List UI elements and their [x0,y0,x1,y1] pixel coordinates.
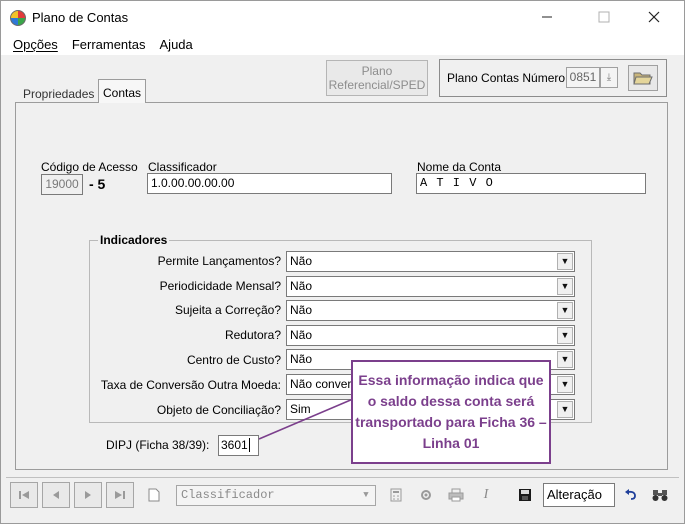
centro-custo-label: Centro de Custo? [186,353,281,367]
close-button[interactable] [631,1,677,33]
dipj-label: DIPJ (Ficha 38/39): [106,438,210,452]
print-button[interactable] [442,482,470,508]
indicadores-title: Indicadores [98,233,170,247]
periodicidade-mensal-label: Periodicidade Mensal? [159,279,281,293]
open-folder-button[interactable] [628,65,658,91]
calculator-icon [390,488,402,502]
download-arrow-icon[interactable]: ⤓ [600,67,618,88]
redutora-select[interactable]: Não ▼ [286,325,575,346]
printer-icon [448,488,464,502]
taxa-conversao-label: Taxa de Conversão Outra Moeda: [100,378,281,392]
folder-open-icon [633,72,653,85]
minimize-icon [542,16,552,18]
plano-referencial-line2: Referencial/SPED [328,78,426,92]
chevron-down-icon[interactable]: ▼ [557,376,573,393]
gear-icon [421,490,431,500]
text-cursor [248,438,254,452]
minimize-button[interactable] [524,1,570,33]
save-icon [519,489,531,501]
dipj-input[interactable]: 3601 [218,435,259,456]
chevron-down-icon[interactable]: ▼ [557,401,573,418]
classificador-input[interactable]: 1.0.00.00.00.00 [147,173,392,194]
sujeita-correcao-select[interactable]: Não ▼ [286,300,575,321]
first-record-button[interactable] [10,482,38,508]
window-title: Plano de Contas [32,10,129,25]
status-mode-field: Alteração [543,483,615,507]
calculator-button[interactable] [382,482,410,508]
menu-bar: Opções Ferramentas Ajuda [1,33,684,55]
centro-custo-value: Não [290,352,313,366]
find-button[interactable] [646,482,674,508]
italic-icon: I [483,487,489,502]
permite-lancamentos-label: Permite Lançamentos? [157,254,281,268]
plano-contas-numero-label: Plano Contas Número [447,71,566,85]
italic-button[interactable]: I [472,482,500,508]
previous-record-button[interactable] [42,482,70,508]
classificador-label: Classificador [148,160,217,174]
chevron-down-icon[interactable]: ▼ [358,487,374,504]
close-icon [648,11,660,23]
undo-button[interactable] [617,482,645,508]
redutora-value: Não [290,328,313,342]
plano-contas-numero-group: Plano Contas Número 0851 ⤓ [439,59,667,97]
menu-ajuda[interactable]: Ajuda [160,37,193,52]
sujeita-correcao-value: Não [290,303,313,317]
search-field-value: Classificador [181,488,275,502]
app-icon [10,10,26,26]
search-field-select[interactable]: Classificador ▼ [176,485,376,506]
redutora-label: Redutora? [224,328,281,342]
taxa-conversao-value: Não convert [290,377,355,391]
permite-lancamentos-value: Não [290,254,313,268]
dipj-value: 3601 [221,438,248,452]
codigo-acesso-label: Código de Acesso [41,160,138,174]
plano-referencial-line1: Plano [361,64,393,78]
record-navigator: Classificador ▼ I Alteração [6,477,679,513]
document-icon [148,488,160,502]
settings-button[interactable] [412,482,440,508]
chevron-down-icon[interactable]: ▼ [557,278,573,295]
undo-icon [625,489,636,500]
next-record-button[interactable] [74,482,102,508]
maximize-button[interactable] [581,1,627,33]
binoculars-icon [652,490,668,501]
chevron-down-icon[interactable]: ▼ [557,253,573,270]
last-record-button[interactable] [106,482,134,508]
nome-conta-label: Nome da Conta [417,160,502,174]
codigo-acesso-input[interactable]: 19000 [41,174,83,195]
objeto-conciliacao-value: Sim [290,402,311,416]
previous-icon [53,491,59,499]
permite-lancamentos-select[interactable]: Não ▼ [286,251,575,272]
codigo-digito: - 5 [89,176,106,192]
sujeita-correcao-label: Sujeita a Correção? [174,303,281,317]
main-window: Plano de Contas Opções Ferramentas Ajuda… [0,0,685,524]
skip-first-icon [19,491,29,499]
title-bar: Plano de Contas [1,1,684,33]
chevron-down-icon[interactable]: ▼ [557,351,573,368]
periodicidade-mensal-value: Não [290,279,313,293]
chevron-down-icon[interactable]: ▼ [557,327,573,344]
menu-opcoes[interactable]: Opções [13,37,58,52]
next-icon [85,491,91,499]
menu-ferramentas[interactable]: Ferramentas [72,37,146,52]
plano-referencial-button[interactable]: Plano Referencial/SPED [326,60,428,96]
callout-annotation: Essa informação indica que o saldo dessa… [351,360,551,464]
objeto-conciliacao-label: Objeto de Conciliação? [156,403,281,417]
tab-contas[interactable]: Contas [98,79,147,103]
plano-contas-numero-input[interactable]: 0851 [566,67,600,88]
new-document-button[interactable] [140,482,168,508]
skip-last-icon [115,491,125,499]
save-button[interactable] [511,482,539,508]
nome-conta-input[interactable]: A T I V O [416,173,646,194]
periodicidade-mensal-select[interactable]: Não ▼ [286,276,575,297]
maximize-icon [598,11,610,23]
chevron-down-icon[interactable]: ▼ [557,302,573,319]
